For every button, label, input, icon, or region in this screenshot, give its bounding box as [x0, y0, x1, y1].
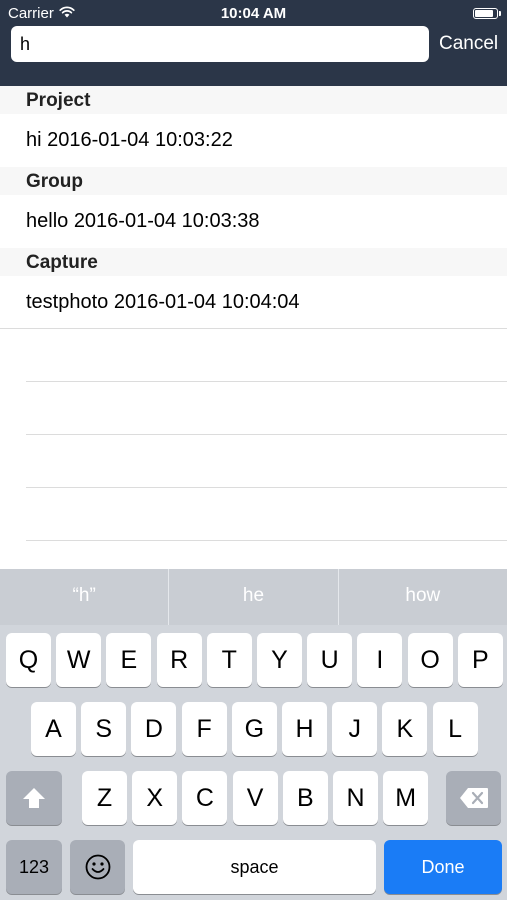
status-bar: Carrier 10:04 AM — [0, 0, 507, 28]
done-key[interactable]: Done — [384, 840, 502, 894]
key-u[interactable]: U — [307, 633, 353, 687]
key-k[interactable]: K — [382, 702, 428, 756]
key-z[interactable]: Z — [82, 771, 127, 825]
key-f[interactable]: F — [181, 702, 227, 756]
shift-icon — [23, 788, 45, 808]
emoji-key[interactable] — [70, 840, 125, 894]
suggestion-how[interactable]: how — [339, 569, 507, 625]
key-m[interactable]: M — [383, 771, 429, 825]
section-header-project: Project — [0, 86, 507, 114]
key-s[interactable]: S — [81, 702, 127, 756]
suggestion-bar: “h” he how — [0, 569, 507, 625]
status-time: 10:04 AM — [220, 5, 287, 22]
key-c[interactable]: C — [182, 771, 228, 825]
result-row-capture[interactable]: testphoto 2016-01-04 10:04:04 — [0, 276, 507, 329]
key-b[interactable]: B — [282, 771, 328, 825]
empty-row-separator — [26, 382, 507, 435]
key-a[interactable]: A — [31, 702, 76, 756]
section-header-capture: Capture — [0, 248, 507, 276]
empty-row-separator — [26, 488, 507, 541]
key-d[interactable]: D — [131, 702, 177, 756]
key-t[interactable]: T — [206, 633, 252, 687]
suggestion-literal[interactable]: “h” — [0, 569, 170, 625]
key-v[interactable]: V — [232, 771, 278, 825]
shift-key[interactable] — [6, 771, 62, 825]
key-p[interactable]: P — [457, 633, 503, 687]
app-screen: Carrier 10:04 AM Cancel Project hi 2016-… — [0, 0, 507, 900]
keyboard: “h” he how Q W E R T Y U I O P A S D F G H J K L Z X C V B N M 123… — [0, 569, 507, 900]
key-w[interactable]: W — [56, 633, 102, 687]
numbers-key[interactable]: 123 — [6, 840, 62, 894]
key-e[interactable]: E — [106, 633, 152, 687]
key-h[interactable]: H — [282, 702, 327, 756]
key-n[interactable]: N — [333, 771, 378, 825]
space-key[interactable]: space — [133, 840, 376, 894]
cancel-button[interactable]: Cancel — [439, 33, 498, 55]
key-x[interactable]: X — [132, 771, 178, 825]
key-q[interactable]: Q — [6, 633, 51, 687]
section-header-group: Group — [0, 167, 507, 195]
emoji-icon — [85, 854, 110, 880]
empty-row-separator — [26, 329, 507, 382]
key-r[interactable]: R — [156, 633, 202, 687]
navigation-bar: Carrier 10:04 AM Cancel — [0, 0, 507, 86]
suggestion-he[interactable]: he — [169, 569, 339, 625]
delete-key[interactable] — [446, 771, 501, 825]
key-i[interactable]: I — [357, 633, 403, 687]
result-row-group[interactable]: hello 2016-01-04 10:03:38 — [0, 195, 507, 248]
battery-icon — [473, 8, 501, 19]
key-g[interactable]: G — [231, 702, 277, 756]
search-input[interactable] — [11, 26, 429, 62]
result-row-project[interactable]: hi 2016-01-04 10:03:22 — [0, 114, 507, 167]
empty-row-separator — [26, 435, 507, 488]
key-l[interactable]: L — [432, 702, 478, 756]
key-j[interactable]: J — [332, 702, 378, 756]
delete-icon — [459, 788, 488, 808]
key-o[interactable]: O — [407, 633, 453, 687]
key-y[interactable]: Y — [257, 633, 302, 687]
search-results-list: Project hi 2016-01-04 10:03:22 Group hel… — [0, 86, 507, 541]
battery-fill — [475, 10, 493, 17]
